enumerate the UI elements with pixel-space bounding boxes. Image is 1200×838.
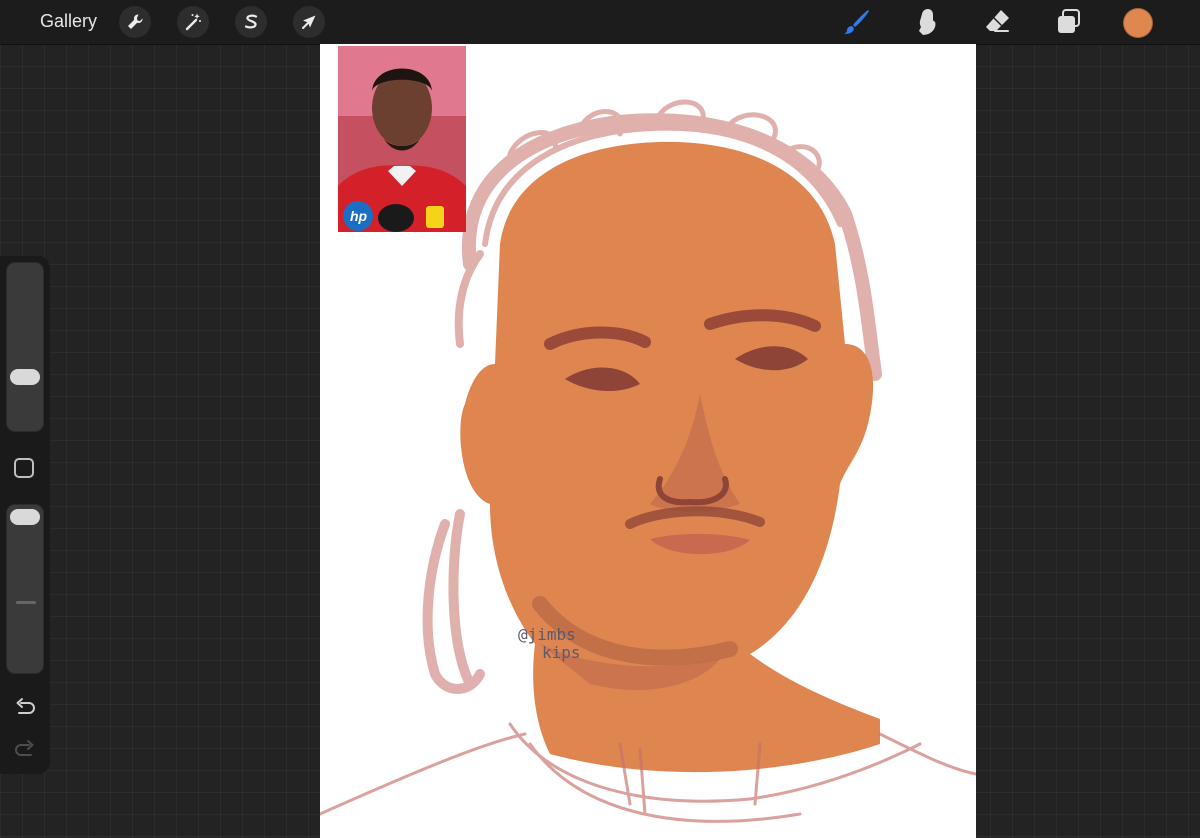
svg-text:hp: hp [350, 208, 368, 224]
reference-photo[interactable]: hp [338, 46, 466, 232]
selection-button[interactable] [235, 6, 267, 38]
gallery-button[interactable]: Gallery [40, 11, 97, 32]
redo-icon [15, 740, 34, 756]
undo-icon [16, 698, 35, 714]
adjust-button[interactable] [177, 6, 209, 38]
transform-button[interactable] [293, 6, 325, 38]
eraser-icon [986, 10, 1009, 32]
undo-button[interactable] [13, 697, 37, 724]
brush-size-slider[interactable] [6, 262, 44, 432]
current-color-swatch[interactable] [1123, 8, 1153, 38]
modify-button[interactable] [14, 458, 34, 478]
top-toolbar: Gallery [0, 0, 1200, 45]
magic-wand-icon [185, 13, 201, 31]
opacity-thumb[interactable] [10, 509, 40, 525]
arrow-cursor-icon [302, 15, 316, 29]
brush-icon [844, 10, 869, 34]
adjustments-button[interactable] [119, 6, 151, 38]
smudge-finger-icon [919, 9, 936, 35]
redo-button[interactable] [13, 739, 37, 766]
layers-button[interactable] [1053, 6, 1085, 38]
signature-line-1: @jimbs [518, 625, 576, 644]
left-sidebar [0, 256, 50, 774]
eraser-tool-button[interactable] [981, 6, 1013, 38]
opacity-track-marker [16, 601, 36, 604]
brush-size-thumb[interactable] [10, 369, 40, 386]
opacity-slider[interactable] [6, 504, 44, 674]
smudge-tool-button[interactable] [910, 6, 942, 38]
layers-icon [1058, 9, 1080, 33]
reference-image: hp [338, 46, 466, 232]
signature-line-2: kips [542, 643, 581, 662]
wrench-icon [128, 14, 143, 29]
selection-s-icon [244, 14, 258, 29]
brush-tool-button[interactable] [840, 6, 872, 38]
